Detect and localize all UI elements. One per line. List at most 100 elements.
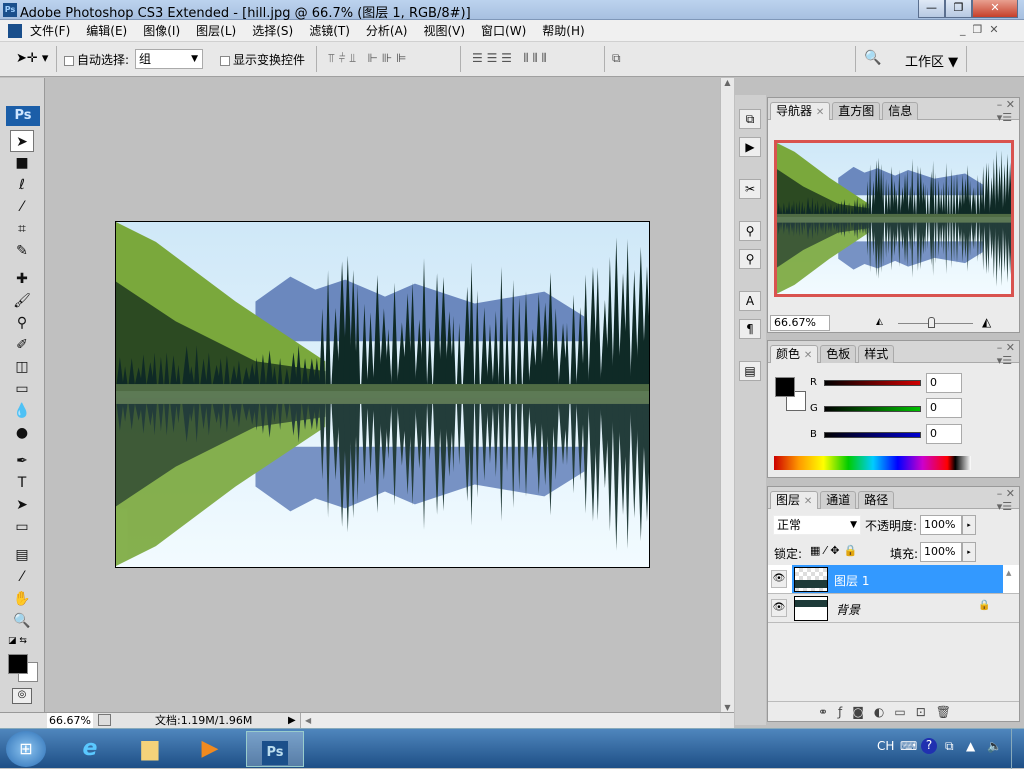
layers-footer-buttons[interactable]: ⚭ƒ◙◐▭⊡🗑: [768, 701, 1019, 721]
move-tool-preset-icon[interactable]: ➤✛ ▾: [16, 51, 48, 66]
history-panel-icon[interactable]: ⧉: [739, 109, 761, 129]
zoom-level[interactable]: 66.67%: [47, 713, 93, 728]
eraser-tool[interactable]: ◫: [10, 356, 34, 378]
panel-menu-icon[interactable]: – ✕ ▾☰: [997, 487, 1015, 513]
clone-stamp-tool[interactable]: ⚲: [10, 312, 34, 334]
path-selection-tool[interactable]: ➤: [10, 494, 34, 516]
layer-row-background[interactable]: 👁 背景 🔒: [768, 594, 1019, 623]
visibility-eye-icon[interactable]: 👁: [771, 570, 787, 588]
blur-tool[interactable]: 💧: [10, 400, 34, 422]
default-colors-icon[interactable]: ◪ ⇆: [8, 636, 27, 646]
lock-icons[interactable]: ▦⁄✥🔒: [810, 544, 861, 557]
menu-file[interactable]: 文件(F): [22, 20, 78, 42]
tab-navigator[interactable]: 导航器 ✕: [770, 102, 831, 120]
move-tool[interactable]: ➤: [10, 130, 34, 152]
bridge-icon[interactable]: 🔍: [864, 50, 881, 66]
blue-value[interactable]: 0: [926, 424, 962, 444]
workspace-button[interactable]: 工作区 ▼: [905, 51, 958, 70]
show-desktop-button[interactable]: [1011, 729, 1024, 769]
auto-select-checkbox[interactable]: 自动选择:: [64, 51, 129, 68]
type-tool[interactable]: T: [10, 472, 34, 494]
zoom-in-icon[interactable]: ◭: [982, 315, 991, 329]
layer-name[interactable]: 图层 1: [834, 572, 869, 589]
eyedropper-tool[interactable]: ⁄: [10, 566, 34, 588]
clone-source-icon[interactable]: ⚲: [739, 249, 761, 269]
volume-icon[interactable]: 🔈: [987, 739, 1002, 753]
display-icon[interactable]: ⧉: [945, 739, 954, 754]
panel-menu-icon[interactable]: – ✕ ▾☰: [997, 341, 1015, 367]
gradient-tool[interactable]: ▭: [10, 378, 34, 400]
pen-tool[interactable]: ✒: [10, 450, 34, 472]
fill-field[interactable]: 100%: [920, 542, 962, 562]
language-indicator[interactable]: CH: [877, 739, 894, 753]
green-value[interactable]: 0: [926, 398, 962, 418]
menu-layer[interactable]: 图层(L): [188, 20, 244, 42]
internet-explorer-icon[interactable]: e: [62, 731, 118, 767]
brush-tool[interactable]: 🖌: [10, 290, 34, 312]
blend-mode-dropdown[interactable]: 正常 ▼: [773, 515, 861, 535]
media-player-icon[interactable]: ▶: [182, 731, 238, 767]
crop-tool[interactable]: ⌗: [10, 218, 34, 240]
lasso-tool[interactable]: ℓ: [10, 174, 34, 196]
hand-tool[interactable]: ✋: [10, 588, 34, 610]
paragraph-panel-icon[interactable]: ¶: [739, 319, 761, 339]
tab-info[interactable]: 信息: [882, 102, 919, 120]
menu-help[interactable]: 帮助(H): [534, 20, 592, 42]
tab-channels[interactable]: 通道: [820, 491, 857, 509]
shape-tool[interactable]: ▭: [10, 516, 34, 538]
actions-panel-icon[interactable]: ▶: [739, 137, 761, 157]
close-button[interactable]: ✕: [972, 0, 1018, 18]
minimize-button[interactable]: —: [918, 0, 945, 18]
color-spectrum-bar[interactable]: [774, 456, 971, 470]
fill-slider-button[interactable]: ▸: [962, 542, 976, 562]
zoom-out-icon[interactable]: ◭: [876, 317, 883, 327]
photoshop-taskbar-button[interactable]: Ps: [246, 731, 304, 767]
tab-paths[interactable]: 路径: [858, 491, 895, 509]
layers-scroll-up[interactable]: ▲: [1006, 569, 1011, 577]
menu-image[interactable]: 图像(I): [135, 20, 188, 42]
tab-color[interactable]: 颜色 ✕: [770, 345, 819, 363]
slice-tool[interactable]: ✎: [10, 240, 34, 262]
history-brush-tool[interactable]: ✐: [10, 334, 34, 356]
green-slider[interactable]: [824, 406, 921, 412]
blue-slider[interactable]: [824, 432, 921, 438]
auto-select-dropdown[interactable]: 组 ▼: [135, 49, 203, 69]
auto-align-icon[interactable]: ⧉: [612, 51, 621, 66]
tab-styles[interactable]: 样式: [858, 345, 895, 363]
status-options-icon[interactable]: [98, 714, 111, 726]
menu-analysis[interactable]: 分析(A): [358, 20, 416, 42]
doc-window-controls[interactable]: _ ❐ ✕: [960, 23, 999, 36]
layer-row-layer1[interactable]: 👁 图层 1 ▲: [768, 565, 1019, 594]
navigator-zoom-field[interactable]: 66.67%: [770, 315, 830, 331]
show-hidden-icons[interactable]: ▲: [966, 739, 975, 753]
character-panel-icon[interactable]: A: [739, 291, 761, 311]
menu-select[interactable]: 选择(S): [244, 20, 301, 42]
brushes-panel-icon[interactable]: ⚲: [739, 221, 761, 241]
quick-mask-button[interactable]: ◎: [12, 688, 32, 704]
menu-edit[interactable]: 编辑(E): [78, 20, 135, 42]
start-button[interactable]: ⊞: [6, 731, 46, 767]
keyboard-icon[interactable]: ⌨: [900, 739, 917, 753]
notes-tool[interactable]: ▤: [10, 544, 34, 566]
zoom-tool[interactable]: 🔍: [10, 610, 34, 632]
panel-menu-icon[interactable]: – ✕ ▾☰: [997, 98, 1015, 124]
document-image[interactable]: [115, 221, 650, 568]
opacity-slider-button[interactable]: ▸: [962, 515, 976, 535]
vertical-scrollbar[interactable]: ▲ ▼: [720, 78, 734, 712]
maximize-button[interactable]: ❐: [945, 0, 972, 18]
show-transform-checkbox[interactable]: 显示变换控件: [220, 51, 305, 68]
horizontal-scrollbar[interactable]: ◀: [300, 713, 720, 728]
tab-swatches[interactable]: 色板: [820, 345, 857, 363]
tab-layers[interactable]: 图层 ✕: [770, 491, 819, 509]
status-menu-arrow[interactable]: ▶: [288, 713, 296, 728]
navigator-preview[interactable]: [774, 140, 1014, 297]
menu-filter[interactable]: 滤镜(T): [301, 20, 358, 42]
marquee-tool[interactable]: ■: [10, 152, 34, 174]
menu-window[interactable]: 窗口(W): [473, 20, 534, 42]
distribute-buttons[interactable]: ☰ ☰ ☰ ⦀ ⦀ ⦀: [472, 51, 547, 66]
document-icon[interactable]: [8, 24, 22, 38]
layer-comps-icon[interactable]: ▤: [739, 361, 761, 381]
tool-presets-icon[interactable]: ✂: [739, 179, 761, 199]
foreground-swatch[interactable]: [775, 377, 795, 397]
magic-wand-tool[interactable]: ⁄: [10, 196, 34, 218]
